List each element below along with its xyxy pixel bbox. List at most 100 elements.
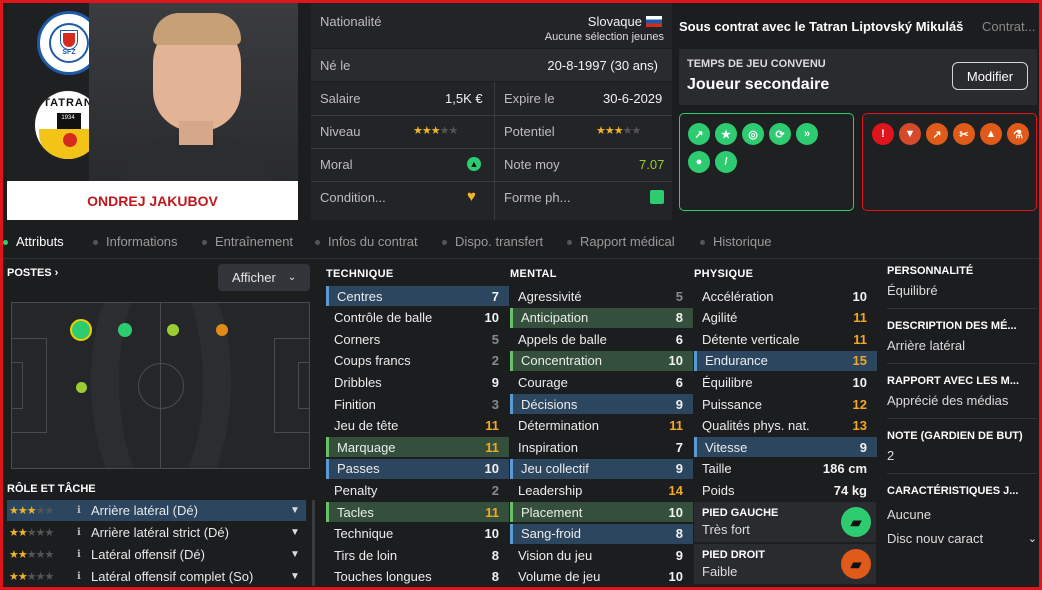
chevron-down-icon: ⌄	[287, 272, 297, 283]
no-ball-icon[interactable]: !	[872, 123, 894, 145]
attribute-row[interactable]: Inspiration 7	[510, 437, 693, 457]
attribute-name: Taille	[702, 461, 732, 477]
attribute-value: 10	[668, 353, 683, 369]
tab-information[interactable]: Informations	[93, 234, 178, 249]
attribute-row[interactable]: Penalty 2	[326, 480, 509, 500]
nationality-value[interactable]: Slovaque	[588, 14, 642, 29]
role-row[interactable]: ★★★★★ ℹ Arrière latéral strict (Dé) ▼	[7, 522, 306, 543]
attribute-row[interactable]: Appels de balle 6	[510, 329, 693, 349]
attribute-row[interactable]: Agilité 11	[694, 308, 877, 328]
position-dot-natural[interactable]	[70, 319, 92, 341]
tab-history[interactable]: Historique	[700, 234, 772, 249]
chevron-down-icon[interactable]: ▼	[290, 549, 306, 560]
expires-value: 30-6-2029	[603, 91, 663, 106]
traits-dropdown[interactable]: Disc nouv caract ⌄	[887, 527, 1037, 549]
attribute-row[interactable]: Marquage 11	[326, 437, 509, 458]
attribute-row[interactable]: Concentration 10	[510, 350, 693, 371]
attribute-row[interactable]: Tirs de loin 8	[326, 545, 509, 565]
chevron-down-icon[interactable]: ▼	[290, 527, 306, 538]
negative-traits-box: ! ▼ ↗ ✂ ▲ ⚗	[862, 113, 1037, 211]
attribute-row[interactable]: Passes 10	[326, 458, 509, 479]
salary-value: 1,5K €	[445, 91, 483, 106]
attribute-row[interactable]: Finition 3	[326, 394, 509, 414]
brain-icon[interactable]: ●	[688, 151, 710, 173]
stamina-icon[interactable]: ⟳	[769, 123, 791, 145]
tab-training[interactable]: Entraînement	[202, 234, 293, 249]
header-icon[interactable]: ▲	[980, 123, 1002, 145]
attribute-row[interactable]: Vitesse 9	[694, 437, 877, 458]
sprint-icon[interactable]: ↗	[688, 123, 710, 145]
attribute-row[interactable]: Technique 10	[326, 524, 509, 544]
shield-icon[interactable]: ▼	[899, 123, 921, 145]
positions-title[interactable]: POSTES ›	[7, 267, 58, 279]
attribute-row[interactable]: Leadership 14	[510, 480, 693, 500]
attribute-value: 12	[852, 396, 867, 412]
role-row[interactable]: ★★★★★ ℹ Latéral offensif (Dé) ▼	[7, 544, 306, 565]
attribute-row[interactable]: Détermination 11	[510, 416, 693, 436]
attribute-row[interactable]: Touches longues 8	[326, 567, 509, 587]
attribute-row[interactable]: Jeu de tête 11	[326, 416, 509, 436]
pen-icon[interactable]: /	[715, 151, 737, 173]
attribute-row[interactable]: Centres 7	[326, 286, 509, 306]
attribute-row[interactable]: Volume de jeu 10	[510, 567, 693, 587]
position-dot[interactable]	[118, 323, 132, 337]
attribute-row[interactable]: Sang-froid 8	[510, 523, 693, 544]
attribute-row[interactable]: Poids 74 kg	[694, 480, 877, 500]
info-icon[interactable]: ℹ	[77, 571, 91, 582]
target-icon[interactable]: ◎	[742, 123, 764, 145]
attribute-row[interactable]: Corners 5	[326, 329, 509, 349]
role-row[interactable]: ★★★★★ ℹ Arrière latéral (Dé) ▼	[7, 500, 306, 521]
position-dot[interactable]	[216, 324, 228, 336]
chevron-down-icon: ⌄	[1027, 532, 1037, 545]
info-icon[interactable]: ℹ	[77, 505, 91, 516]
roles-scrollbar[interactable]	[312, 500, 315, 586]
attribute-row[interactable]: Équilibre 10	[694, 372, 877, 392]
star-icon[interactable]: ★	[715, 123, 737, 145]
tab-medical[interactable]: Rapport médical	[567, 234, 675, 249]
chevron-down-icon[interactable]: ▼	[290, 505, 306, 516]
role-row[interactable]: ★★★★★ ℹ Latéral offensif complet (So) ▼	[7, 566, 306, 587]
position-dot[interactable]	[76, 382, 87, 393]
chevron-down-icon[interactable]: ▼	[290, 571, 306, 582]
attribute-row[interactable]: Contrôle de balle 10	[326, 308, 509, 328]
morale-up-icon: ▲	[467, 157, 481, 171]
scissors-icon[interactable]: ✂	[953, 123, 975, 145]
flask-icon[interactable]: ⚗	[1007, 123, 1029, 145]
attribute-row[interactable]: Puissance 12	[694, 394, 877, 414]
tab-contract-info[interactable]: Infos du contrat	[315, 234, 418, 249]
attribute-row[interactable]: Endurance 15	[694, 350, 877, 371]
attribute-row[interactable]: Jeu collectif 9	[510, 458, 693, 479]
info-icon[interactable]: ℹ	[77, 549, 91, 560]
attribute-row[interactable]: Anticipation 8	[510, 307, 693, 328]
attribute-value: 7	[491, 288, 499, 304]
attribute-row[interactable]: Taille 186 cm	[694, 459, 877, 479]
attribute-name: Dribbles	[334, 374, 382, 390]
player-name-banner: ONDREJ JAKUBOV	[7, 181, 298, 220]
display-dropdown[interactable]: Afficher ⌄	[218, 264, 310, 291]
attribute-row[interactable]: Accélération 10	[694, 286, 877, 306]
right-foot-value: Faible	[702, 564, 738, 579]
attribute-row[interactable]: Dribbles 9	[326, 372, 509, 392]
passing-icon[interactable]: »	[796, 123, 818, 145]
tab-transfer[interactable]: Dispo. transfert	[442, 234, 543, 249]
attribute-value: 9	[675, 396, 683, 412]
attribute-row[interactable]: Qualités phys. nat. 13	[694, 416, 877, 436]
attribute-row[interactable]: Vision du jeu 9	[510, 545, 693, 565]
attribute-row[interactable]: Décisions 9	[510, 394, 693, 414]
attribute-row[interactable]: Placement 10	[510, 502, 693, 522]
trend-icon[interactable]: ↗	[926, 123, 948, 145]
info-icon[interactable]: ℹ	[77, 527, 91, 538]
attribute-row[interactable]: Détente verticale 11	[694, 329, 877, 349]
attribute-row[interactable]: Courage 6	[510, 372, 693, 392]
attribute-row[interactable]: Agressivité 5	[510, 286, 693, 306]
contract-link[interactable]: Contrat...	[982, 19, 1035, 34]
tab-attributes[interactable]: Attributs	[3, 234, 64, 249]
modify-button[interactable]: Modifier	[952, 62, 1028, 90]
attribute-row[interactable]: Coups francs 2	[326, 351, 509, 371]
attribute-name: Vision du jeu	[518, 547, 593, 563]
position-dot[interactable]	[167, 324, 179, 336]
attribute-value: 10	[668, 569, 683, 585]
left-foot-value: Très fort	[702, 522, 750, 537]
attribute-name: Sang-froid	[521, 526, 581, 542]
attribute-row[interactable]: Tacles 11	[326, 502, 509, 522]
